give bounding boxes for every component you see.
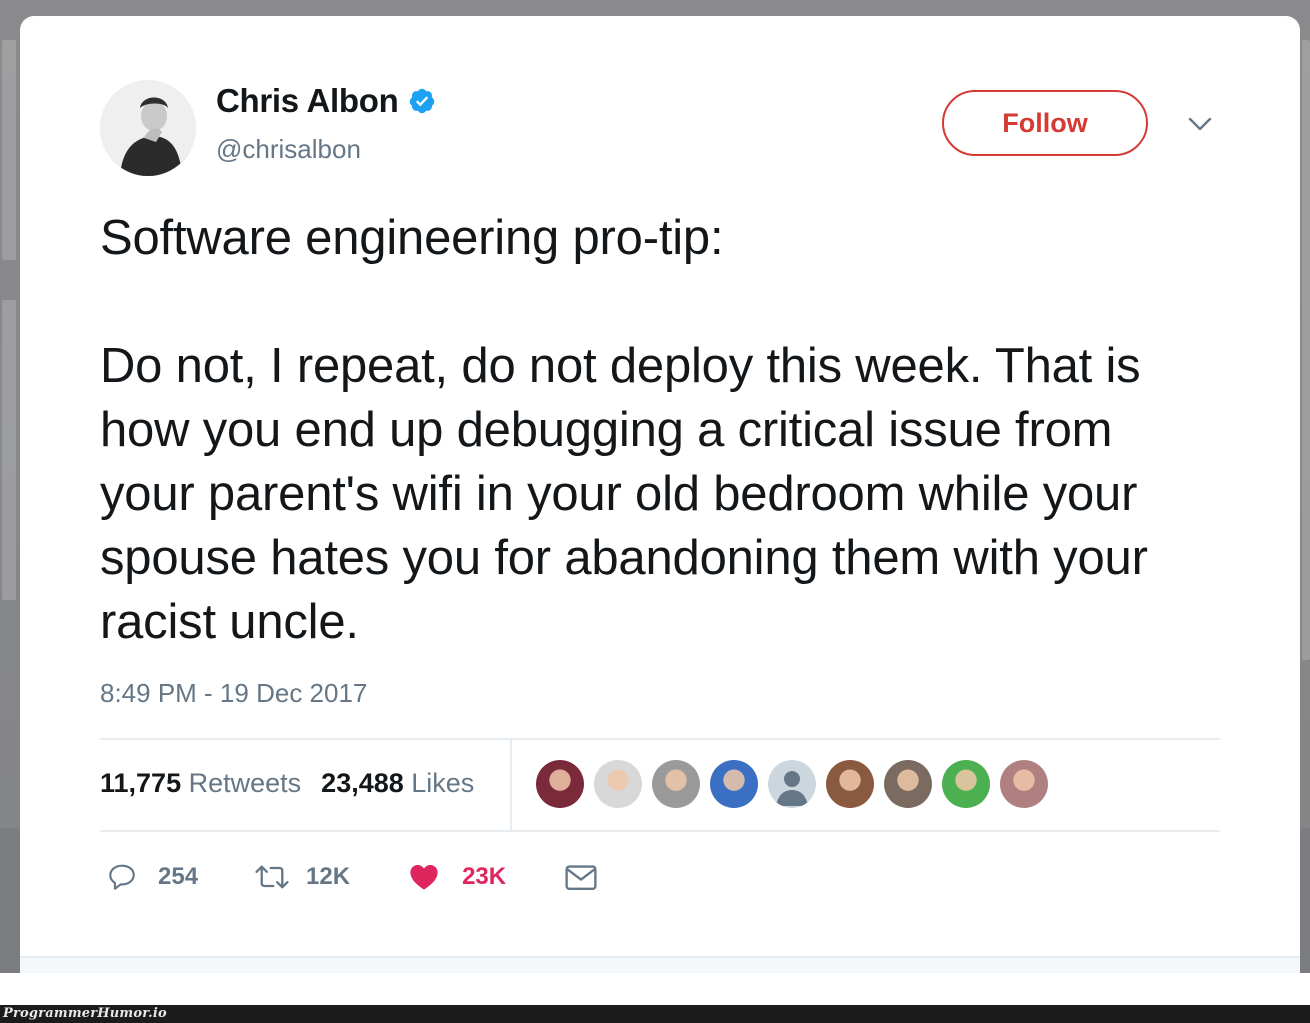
verified-badge-icon [410, 88, 435, 114]
reply-button[interactable]: 254 [106, 861, 198, 893]
reply-icon [109, 864, 135, 890]
follow-button[interactable]: Follow [942, 90, 1148, 156]
retweet-icon [255, 865, 289, 889]
liker-avatar[interactable] [536, 760, 584, 808]
tweet-timestamp[interactable]: 8:49 PM - 19 Dec 2017 [100, 678, 367, 709]
background-page-content [1302, 40, 1310, 660]
reply-count: 254 [158, 863, 199, 890]
tweet-stats: 11,775 Retweets 23,488 Likes [100, 768, 474, 799]
liker-avatar[interactable] [826, 760, 874, 808]
liker-avatar[interactable] [710, 760, 758, 808]
likes-label: Likes [411, 768, 475, 798]
background-page-content [2, 40, 16, 260]
liker-avatar[interactable] [652, 760, 700, 808]
heart-icon [410, 865, 438, 890]
likes-count: 23,488 [321, 768, 404, 798]
liker-avatars [536, 760, 1048, 808]
retweets-label: Retweets [188, 768, 302, 798]
user-handle[interactable]: @chrisalbon [216, 134, 361, 165]
retweet-count: 12K [306, 863, 351, 890]
liker-avatar[interactable] [594, 760, 642, 808]
divider [100, 830, 1220, 832]
card-footer [20, 956, 1300, 973]
default-profile-icon [768, 760, 816, 808]
retweets-count: 11,775 [100, 768, 182, 798]
liker-avatar[interactable] [942, 760, 990, 808]
user-name[interactable]: Chris Albon [216, 82, 436, 120]
direct-message-button[interactable] [564, 861, 598, 893]
envelope-icon [565, 865, 597, 890]
chevron-down-icon[interactable] [1188, 116, 1212, 132]
watermark-text: ProgrammerHumor.io [3, 1006, 167, 1021]
like-count: 23K [462, 863, 507, 890]
bottom-spacer [0, 973, 1310, 1005]
stats-divider [510, 740, 512, 832]
tweet-actions: 254 12K 23K [106, 861, 598, 893]
retweets-stat[interactable]: 11,775 Retweets [100, 768, 301, 799]
retweet-button[interactable]: 12K [254, 861, 350, 893]
background-page-content [2, 300, 16, 600]
watermark-bar: ProgrammerHumor.io [0, 1005, 1310, 1023]
user-name-text: Chris Albon [216, 82, 399, 119]
liker-avatar[interactable] [1000, 760, 1048, 808]
tweet-card: Chris Albon @chrisalbon Follow Software … [20, 16, 1300, 973]
liker-avatar[interactable] [884, 760, 932, 808]
tweet-text: Software engineering pro-tip: Do not, I … [100, 211, 1148, 649]
divider [100, 738, 1220, 740]
like-button[interactable]: 23K [408, 861, 506, 893]
user-avatar[interactable] [100, 80, 196, 176]
liker-avatar[interactable] [768, 760, 816, 808]
likes-stat[interactable]: 23,488 Likes [321, 768, 474, 799]
profile-photo-icon [100, 80, 196, 176]
